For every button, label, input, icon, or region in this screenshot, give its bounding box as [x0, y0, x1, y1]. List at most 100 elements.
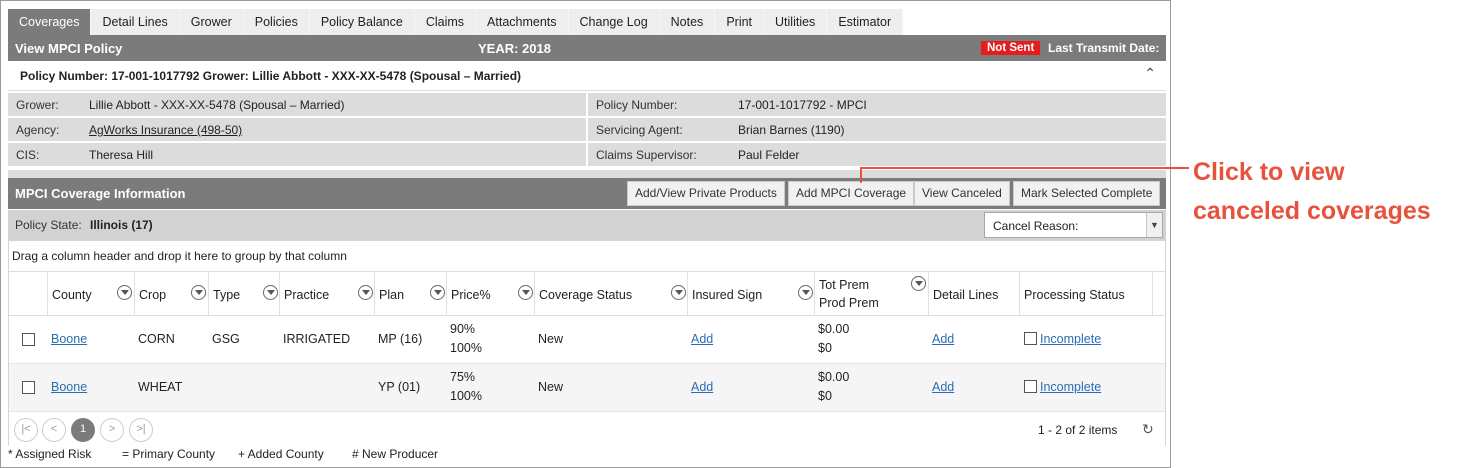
tab-detail-lines[interactable]: Detail Lines [91, 9, 180, 35]
header-type[interactable]: Type [208, 272, 279, 316]
detail-lines-add-link[interactable]: Add [932, 380, 954, 394]
type-cell: GSG [212, 332, 240, 346]
callout-line-1: Click to view [1193, 158, 1345, 186]
refresh-icon[interactable]: ↻ [1142, 421, 1154, 438]
prev-page-button[interactable]: < [42, 418, 66, 442]
agency-label: Agency: [16, 123, 60, 137]
type-filter-icon[interactable] [263, 285, 278, 300]
legend-primary-county: = Primary County [122, 447, 216, 461]
policy-state-label: Policy State: [15, 218, 82, 232]
tab-attachments[interactable]: Attachments [476, 9, 569, 35]
row-select-checkbox[interactable] [22, 333, 35, 346]
policy-year: YEAR: 2018 [478, 41, 551, 56]
page-title: View MPCI Policy [15, 41, 123, 56]
header-county[interactable]: County [47, 272, 134, 316]
plan-filter-icon[interactable] [430, 285, 445, 300]
last-page-button[interactable]: >| [129, 418, 153, 442]
section-divider [8, 170, 1166, 178]
tab-change-log[interactable]: Change Log [569, 9, 660, 35]
detail-lines-add-link[interactable]: Add [932, 332, 954, 346]
callout-line [861, 167, 1189, 169]
header-processing-status[interactable]: Processing Status [1019, 272, 1152, 316]
insured-sign-add-link[interactable]: Add [691, 332, 713, 346]
policy-number-label: Policy Number: [596, 98, 678, 112]
header-detail-lines[interactable]: Detail Lines [928, 272, 1019, 316]
tot-prem-cell: $0.00 [818, 322, 850, 336]
crop-cell: CORN [138, 332, 175, 346]
policy-window: Coverages Detail Lines Grower Policies P… [0, 0, 1171, 468]
next-page-button[interactable]: > [100, 418, 124, 442]
first-page-button[interactable]: |< [14, 418, 38, 442]
header-select [9, 272, 47, 316]
current-page-button[interactable]: 1 [71, 418, 95, 442]
county-link[interactable]: Boone [51, 380, 87, 394]
header-coverage-status[interactable]: Coverage Status [534, 272, 687, 316]
practice-cell: IRRIGATED [283, 332, 351, 346]
row-select-checkbox[interactable] [22, 381, 35, 394]
chevron-down-icon[interactable]: ▼ [1146, 213, 1162, 237]
tab-notes[interactable]: Notes [660, 9, 716, 35]
header-insured-sign[interactable]: Insured Sign [687, 272, 814, 316]
claims-supervisor-cell: Claims Supervisor: Paul Felder [588, 143, 1166, 166]
claims-supervisor-value: Paul Felder [738, 148, 800, 162]
servicing-agent-value: Brian Barnes (1190) [738, 123, 845, 137]
tab-policies[interactable]: Policies [244, 9, 310, 35]
callout-annotation: Click to view canceled coverages [1193, 153, 1431, 231]
insured-sign-add-link[interactable]: Add [691, 380, 713, 394]
tab-print[interactable]: Print [715, 9, 765, 35]
county-link[interactable]: Boone [51, 332, 87, 346]
cis-label: CIS: [16, 148, 40, 162]
tab-policy-balance[interactable]: Policy Balance [310, 9, 415, 35]
agency-link[interactable]: AgWorks Insurance (498-50) [89, 123, 242, 137]
header-plan[interactable]: Plan [374, 272, 446, 316]
claims-supervisor-label: Claims Supervisor: [596, 148, 697, 162]
tab-estimator[interactable]: Estimator [827, 9, 904, 35]
tab-coverages[interactable]: Coverages [8, 9, 92, 35]
price-bottom-cell: 100% [450, 389, 482, 403]
processing-complete-checkbox[interactable] [1024, 380, 1037, 393]
price-filter-icon[interactable] [518, 285, 533, 300]
coverage-header-bar: MPCI Coverage Information Add/View Priva… [8, 178, 1166, 209]
premium-filter-icon[interactable] [911, 276, 926, 291]
mark-selected-complete-button[interactable]: Mark Selected Complete [1013, 181, 1161, 206]
add-mpci-coverage-button[interactable]: Add MPCI Coverage [788, 181, 915, 206]
crop-filter-icon[interactable] [191, 285, 206, 300]
price-top-cell: 75% [450, 370, 476, 384]
header-crop[interactable]: Crop [134, 272, 208, 316]
last-transmit-date: Last Transmit Date: [1048, 41, 1160, 55]
cancel-reason-select[interactable]: Cancel Reason: ▼ [984, 212, 1163, 238]
policy-number-value: 17-001-1017792 - MPCI [738, 98, 867, 112]
practice-filter-icon[interactable] [358, 285, 373, 300]
header-practice[interactable]: Practice [279, 272, 374, 316]
cis-value: Theresa Hill [89, 148, 154, 162]
tab-grower[interactable]: Grower [180, 9, 244, 35]
processing-status-link[interactable]: Incomplete [1040, 380, 1101, 394]
header-county-label: County [52, 288, 92, 302]
legend-added-county: + Added County [238, 447, 324, 461]
county-filter-icon[interactable] [117, 285, 132, 300]
header-scroll-gutter [1152, 272, 1165, 316]
header-price[interactable]: Price% [446, 272, 534, 316]
pager-info: 1 - 2 of 2 items [1038, 423, 1118, 437]
group-by-dropzone[interactable]: Drag a column header and drop it here to… [9, 241, 1165, 272]
tab-claims[interactable]: Claims [415, 9, 477, 35]
collapse-chevron-icon[interactable]: ⌃ [1144, 65, 1156, 82]
header-premium[interactable]: Tot Prem Prod Prem [814, 272, 928, 316]
legend-new-producer: # New Producer [352, 447, 439, 461]
price-bottom-cell: 100% [450, 341, 482, 355]
policy-state-bar: Policy State: Illinois (17) Cancel Reaso… [8, 210, 1166, 240]
header-premium-label: Tot Prem Prod Prem [819, 276, 879, 312]
processing-complete-checkbox[interactable] [1024, 332, 1037, 345]
tab-utilities[interactable]: Utilities [764, 9, 828, 35]
header-plan-label: Plan [379, 288, 405, 302]
insured-sign-filter-icon[interactable] [798, 285, 813, 300]
view-canceled-button[interactable]: View Canceled [914, 181, 1010, 206]
private-products-button[interactable]: Add/View Private Products [627, 181, 785, 206]
servicing-agent-label: Servicing Agent: [596, 123, 683, 137]
processing-status-link[interactable]: Incomplete [1040, 332, 1101, 346]
coverage-status-filter-icon[interactable] [671, 285, 686, 300]
policy-summary-bar[interactable]: Policy Number: 17-001-1017792 Grower: Li… [8, 61, 1166, 91]
price-top-cell: 90% [450, 322, 476, 336]
status-badge: Not Sent [981, 41, 1041, 55]
grower-cell: Grower: Lillie Abbott - XXX-XX-5478 (Spo… [8, 93, 586, 116]
